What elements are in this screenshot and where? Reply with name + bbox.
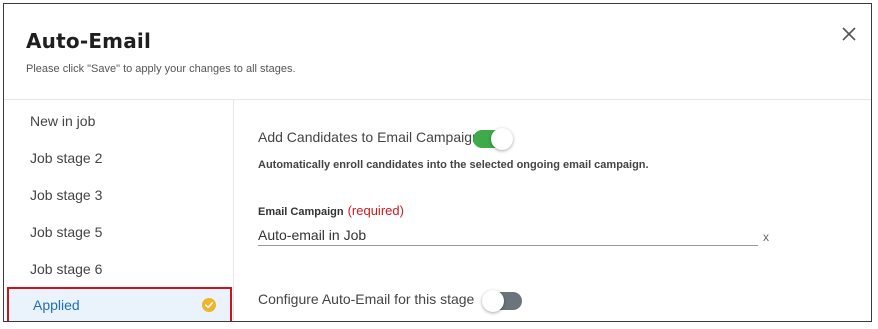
email-campaign-label-text: Email Campaign bbox=[258, 206, 344, 218]
sidebar-item-applied[interactable]: Applied bbox=[7, 287, 232, 321]
toggle-knob bbox=[491, 128, 513, 150]
required-indicator: (required) bbox=[347, 203, 404, 218]
check-circle-icon bbox=[202, 298, 216, 312]
dialog-title: Auto-Email bbox=[26, 29, 152, 53]
sidebar-item-label: Job stage 5 bbox=[30, 224, 103, 240]
sidebar-item-label: Job stage 6 bbox=[30, 261, 103, 277]
configure-toggle-label: Configure Auto-Email for this stage bbox=[258, 291, 475, 307]
sidebar-item-label: Job stage 2 bbox=[30, 150, 103, 166]
stage-settings-panel: Add Candidates to Email Campaign Automat… bbox=[235, 100, 871, 321]
auto-email-dialog: Auto-Email Please click "Save" to apply … bbox=[3, 3, 872, 322]
campaign-description: Automatically enroll candidates into the… bbox=[258, 159, 649, 171]
sidebar-item-job-stage-5[interactable]: Job stage 5 bbox=[4, 214, 234, 250]
stage-sidebar: New in job Job stage 2 Job stage 3 Job s… bbox=[4, 100, 234, 321]
sidebar-item-label: New in job bbox=[30, 113, 96, 129]
email-campaign-label: Email Campaign (required) bbox=[258, 203, 404, 218]
sidebar-item-new-in-job[interactable]: New in job bbox=[4, 103, 234, 139]
close-icon bbox=[842, 27, 856, 41]
campaign-toggle-label: Add Candidates to Email Campaign bbox=[258, 129, 480, 145]
close-button[interactable] bbox=[839, 24, 859, 44]
clear-campaign-button[interactable]: x bbox=[763, 230, 769, 244]
campaign-toggle[interactable] bbox=[473, 128, 513, 150]
dialog-subtitle: Please click "Save" to apply your change… bbox=[26, 63, 296, 75]
configure-auto-email-toggle[interactable] bbox=[482, 290, 522, 312]
sidebar-item-job-stage-6[interactable]: Job stage 6 bbox=[4, 251, 234, 287]
dialog-header: Auto-Email Please click "Save" to apply … bbox=[4, 4, 871, 100]
sidebar-item-label: Job stage 3 bbox=[30, 187, 103, 203]
sidebar-item-label: Applied bbox=[33, 297, 80, 313]
email-campaign-input[interactable] bbox=[258, 224, 758, 246]
sidebar-item-job-stage-3[interactable]: Job stage 3 bbox=[4, 177, 234, 213]
toggle-knob bbox=[482, 290, 504, 312]
sidebar-item-job-stage-2[interactable]: Job stage 2 bbox=[4, 140, 234, 176]
